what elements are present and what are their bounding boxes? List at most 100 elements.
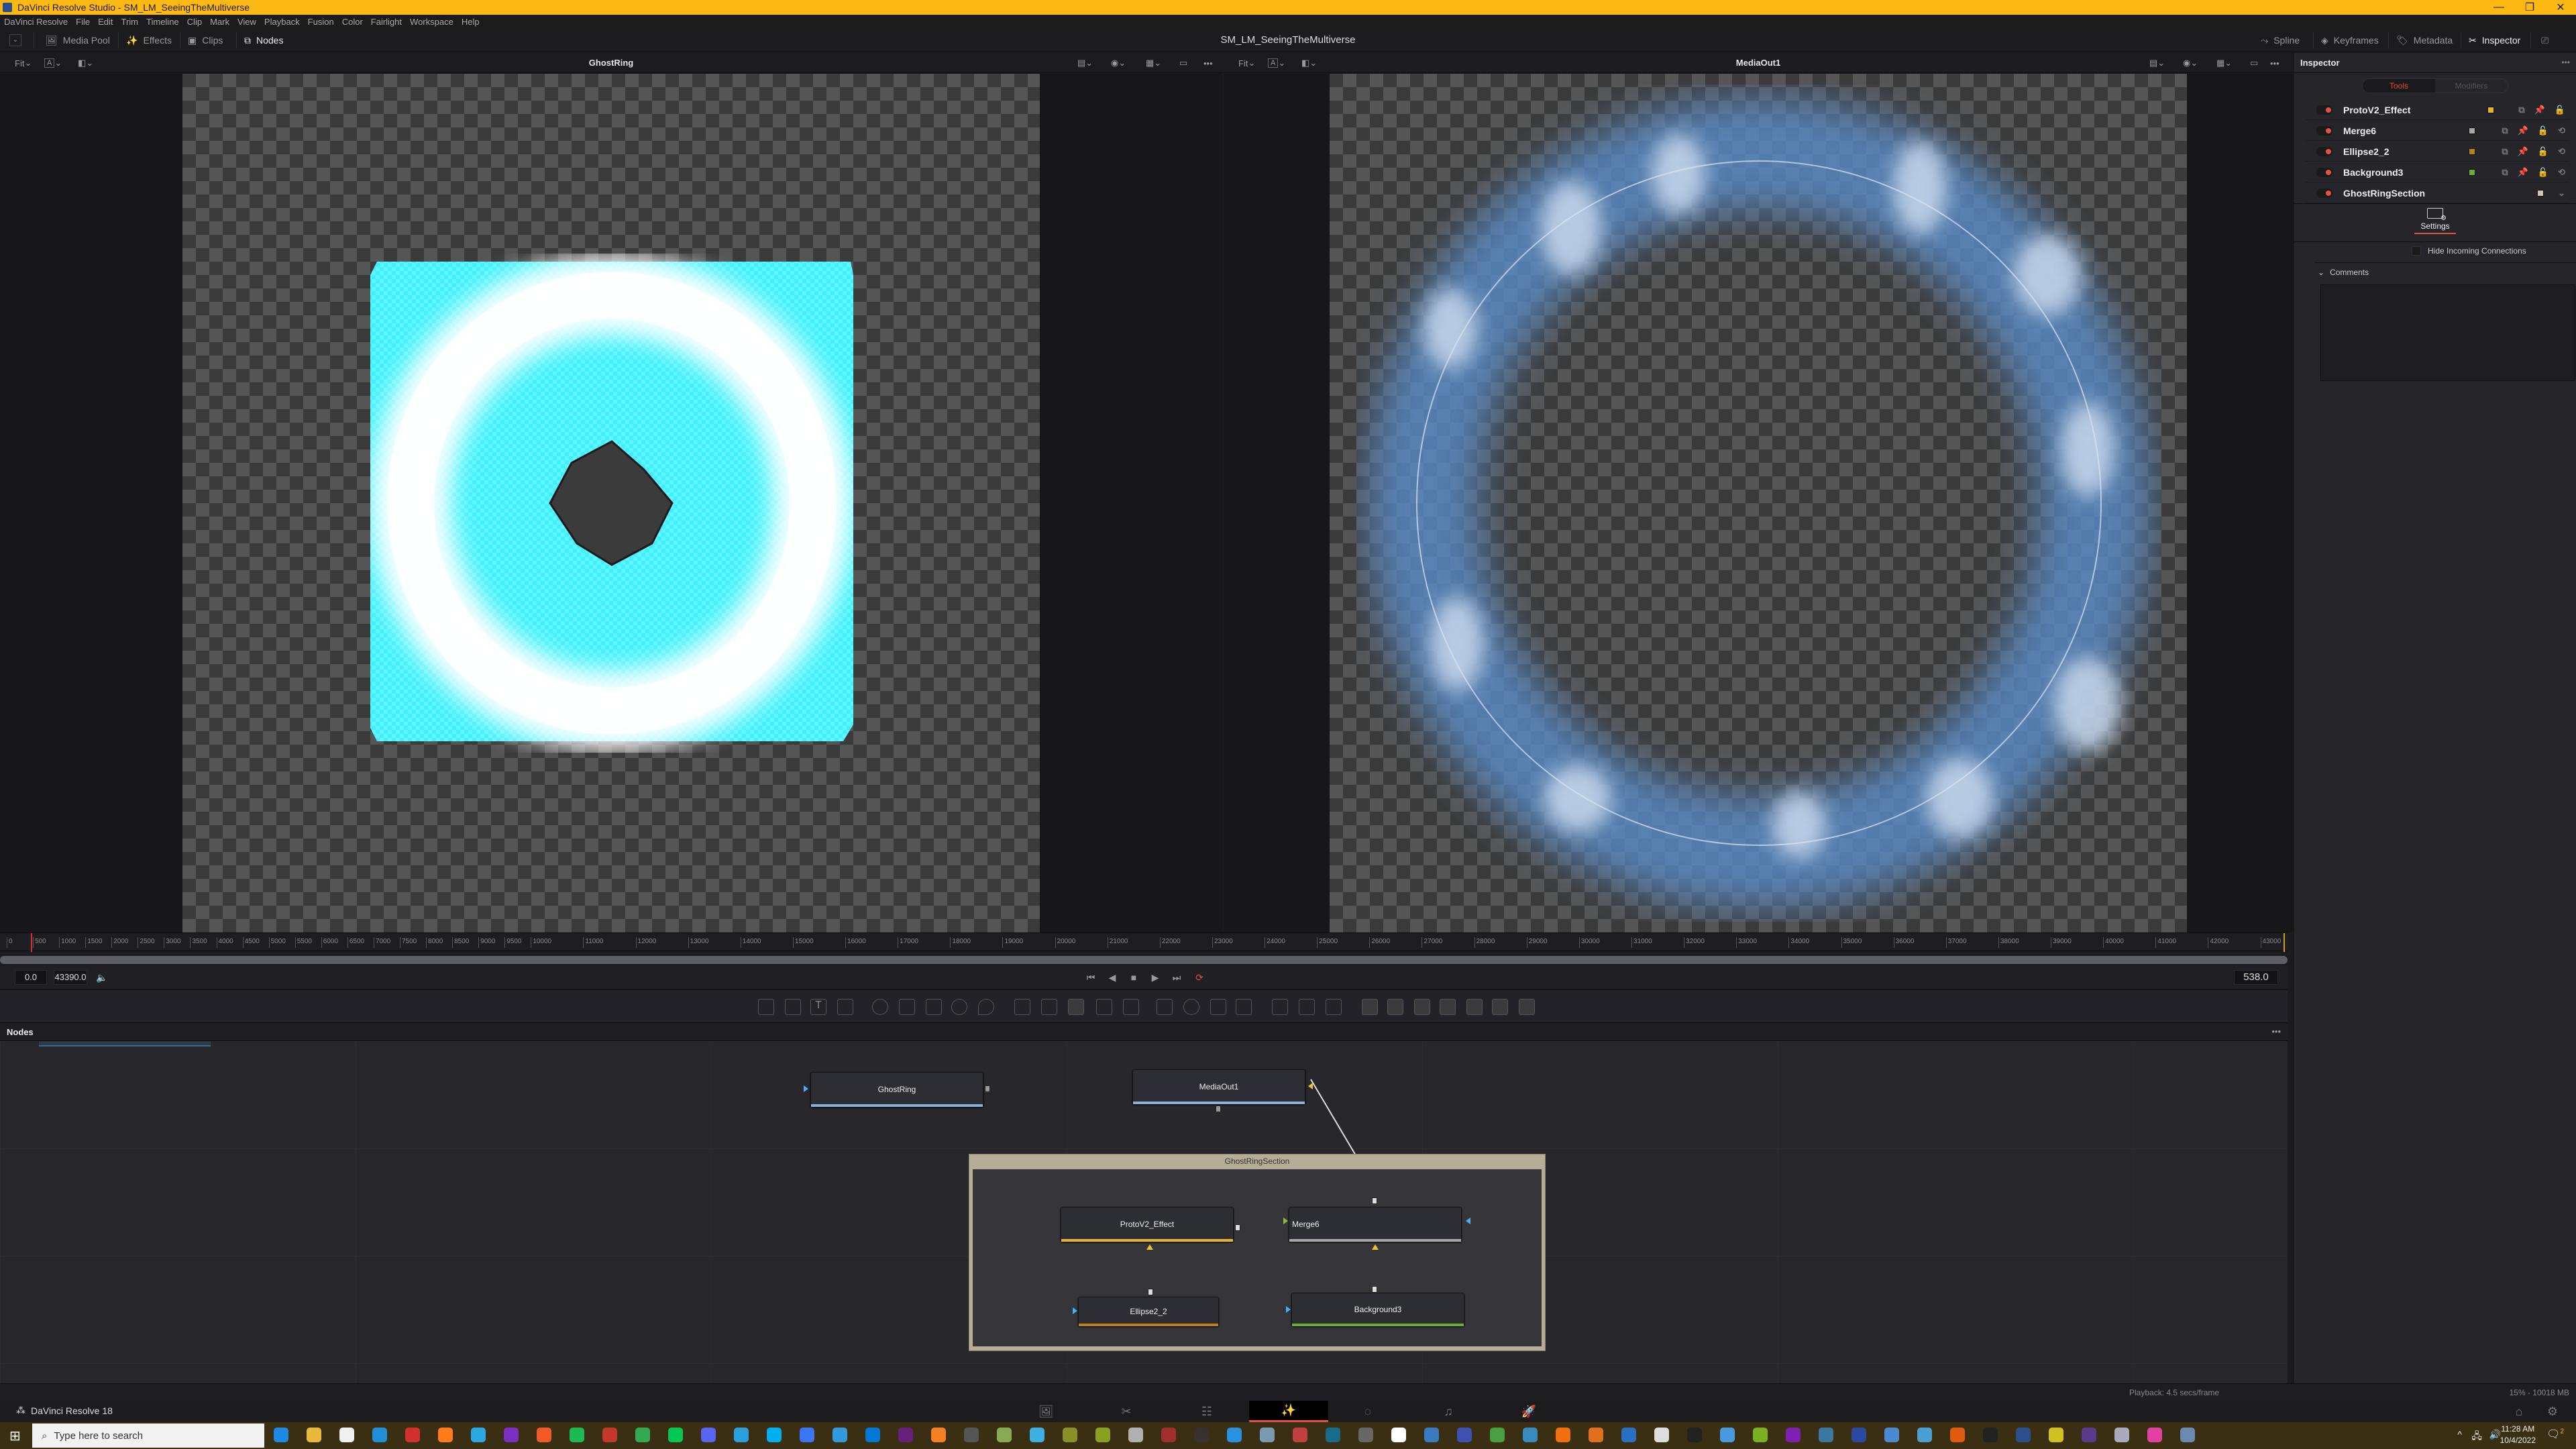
grid-button[interactable]: ▦⌄ <box>2216 56 2232 70</box>
color-corrector-tool-icon[interactable] <box>926 999 942 1015</box>
reset-icon[interactable]: ⟲ <box>2558 146 2565 157</box>
tool-enable-toggle[interactable] <box>2316 188 2332 198</box>
image-plane-3d-icon[interactable] <box>1362 999 1378 1015</box>
minimize-button[interactable]: — <box>2483 0 2514 15</box>
lut-dropdown[interactable]: ◧⌄ <box>78 56 93 70</box>
renderer-3d-icon[interactable] <box>1519 999 1535 1015</box>
current-frame-field[interactable]: 538.0 <box>2234 970 2278 985</box>
step-forward-button[interactable]: ▶ <box>1147 970 1163 985</box>
volume-icon[interactable]: 🔊 <box>2489 1429 2501 1440</box>
tool-color-swatch[interactable] <box>2469 168 2475 176</box>
menu-edit[interactable]: Edit <box>98 17 113 27</box>
paint-tool-icon[interactable] <box>837 999 853 1015</box>
metadata-button[interactable]: 🏷 Metadata <box>2396 28 2453 52</box>
grid-button[interactable]: ▦⌄ <box>1146 56 1161 70</box>
lock-icon[interactable]: 🔓 <box>2538 125 2548 136</box>
taskbar-app-icon[interactable] <box>1095 1428 1110 1442</box>
menu-timeline[interactable]: Timeline <box>146 17 179 27</box>
taskbar-app-icon[interactable] <box>833 1428 847 1442</box>
playhead[interactable] <box>31 933 32 952</box>
tool-enable-toggle[interactable] <box>2316 167 2332 177</box>
taskbar-app-icon[interactable] <box>1851 1428 1866 1442</box>
rectangle-mask-icon[interactable] <box>1157 999 1173 1015</box>
pin-icon[interactable]: 📌 <box>2518 167 2528 178</box>
keyframes-button[interactable]: ◈ Keyframes <box>2321 28 2379 52</box>
settings-tab[interactable]: ⚙ Settings <box>2414 208 2456 234</box>
spotlight-3d-icon[interactable] <box>1492 999 1508 1015</box>
particle-emitter-icon[interactable] <box>1272 999 1288 1015</box>
reset-icon[interactable]: ⟲ <box>2558 167 2565 178</box>
particle-render-icon[interactable] <box>1299 999 1315 1015</box>
settings-button[interactable]: ⚙ <box>2529 1401 2576 1422</box>
page-media[interactable]: 🖼 <box>1022 1401 1069 1422</box>
node-ghostring[interactable]: GhostRing <box>810 1072 983 1107</box>
node-protov2-effect[interactable]: ProtoV2_Effect <box>1061 1207 1234 1242</box>
tool-color-swatch[interactable] <box>2469 127 2475 134</box>
taskbar-app-icon[interactable] <box>1358 1428 1373 1442</box>
menu-playback[interactable]: Playback <box>264 17 300 27</box>
menu-view[interactable]: View <box>237 17 256 27</box>
brightness-tool-icon[interactable] <box>951 999 967 1015</box>
render-end-marker[interactable] <box>2284 933 2285 952</box>
fit-dropdown[interactable]: Fit ⌄ <box>1238 56 1255 70</box>
taskbar-app-icon[interactable] <box>1819 1428 1833 1442</box>
inspector-tool-row[interactable]: Background3 ⧉ 📌 🔓 ⟲ <box>2306 162 2569 182</box>
pin-icon[interactable]: 📌 <box>2518 146 2528 157</box>
shape-3d-icon[interactable] <box>1387 999 1403 1015</box>
taskbar-app-icon[interactable] <box>602 1428 617 1442</box>
taskbar-app-icon[interactable] <box>307 1428 321 1442</box>
bspline-mask-icon[interactable] <box>1236 999 1252 1015</box>
resize-tool-icon[interactable] <box>1096 999 1112 1015</box>
taskbar-app-icon[interactable] <box>339 1428 354 1442</box>
taskbar-app-icon[interactable] <box>2049 1428 2063 1442</box>
node-ellipse2-2[interactable]: Ellipse2_2 <box>1078 1297 1219 1326</box>
versions-icon[interactable]: ⧉ <box>2518 105 2524 115</box>
comments-textarea[interactable] <box>2320 284 2575 381</box>
fastnoise-tool-icon[interactable] <box>785 999 801 1015</box>
taskbar-app-icon[interactable] <box>1621 1428 1636 1442</box>
taskbar-app-icon[interactable] <box>537 1428 551 1442</box>
taskbar-app-icon[interactable] <box>1030 1428 1044 1442</box>
pin-icon[interactable]: 📌 <box>2534 105 2545 115</box>
menu-clip[interactable]: Clip <box>187 17 202 27</box>
time-scrollbar[interactable] <box>0 956 2288 964</box>
inspector-tool-row[interactable]: GhostRingSection ⌄ <box>2306 183 2569 203</box>
output-port[interactable] <box>1372 1197 1377 1204</box>
global-start-field[interactable]: 0.0 <box>15 970 47 985</box>
stop-button[interactable]: ■ <box>1126 970 1142 985</box>
merge-3d-icon[interactable] <box>1440 999 1456 1015</box>
merge-tool-icon[interactable] <box>1041 999 1057 1015</box>
taskbar-app-icon[interactable] <box>767 1428 782 1442</box>
taskbar-app-icon[interactable] <box>668 1428 683 1442</box>
viewer-more-button[interactable]: ••• <box>2270 56 2279 70</box>
taskbar-app-icon[interactable] <box>1161 1428 1176 1442</box>
maximize-button[interactable]: ❐ <box>2514 0 2545 15</box>
taskbar-app-icon[interactable] <box>635 1428 650 1442</box>
taskbar-app-icon[interactable] <box>931 1428 946 1442</box>
frame-button[interactable]: ▭ <box>2250 56 2258 70</box>
loop-button[interactable]: ⟳ <box>1191 970 1208 985</box>
taskbar-app-icon[interactable] <box>1490 1428 1505 1442</box>
taskbar-app-icon[interactable] <box>504 1428 519 1442</box>
taskbar-app-icon[interactable] <box>1326 1428 1340 1442</box>
clips-button[interactable]: ▣ Clips <box>188 28 223 52</box>
lut-dropdown[interactable]: ◧⌄ <box>1301 56 1317 70</box>
taskbar-app-icon[interactable] <box>1391 1428 1406 1442</box>
taskbar-app-icon[interactable] <box>1786 1428 1801 1442</box>
notification-center-icon[interactable]: 🗨2 <box>2546 1428 2564 1441</box>
go-to-end-button[interactable]: ⏭ <box>1169 970 1185 985</box>
taskbar-app-icon[interactable] <box>1523 1428 1538 1442</box>
input-port-icon[interactable] <box>1146 1244 1153 1250</box>
taskbar-app-icon[interactable] <box>1983 1428 1998 1442</box>
background-tool-icon[interactable] <box>758 999 774 1015</box>
taskbar-app-icon[interactable] <box>274 1428 288 1442</box>
taskbar-app-icon[interactable] <box>1687 1428 1702 1442</box>
inspector-button[interactable]: ✂ Inspector <box>2469 28 2520 52</box>
node-mediaout1[interactable]: MediaOut1 <box>1132 1069 1305 1104</box>
viewer-canvas[interactable] <box>1330 74 2187 932</box>
page-color[interactable]: ◌ <box>1344 1401 1391 1422</box>
versions-icon[interactable]: ⧉ <box>2502 167 2508 178</box>
taskbar-app-icon[interactable] <box>1654 1428 1669 1442</box>
roi-button[interactable]: ▤⌄ <box>2149 56 2165 70</box>
page-fusion[interactable]: ✨ <box>1249 1401 1328 1422</box>
